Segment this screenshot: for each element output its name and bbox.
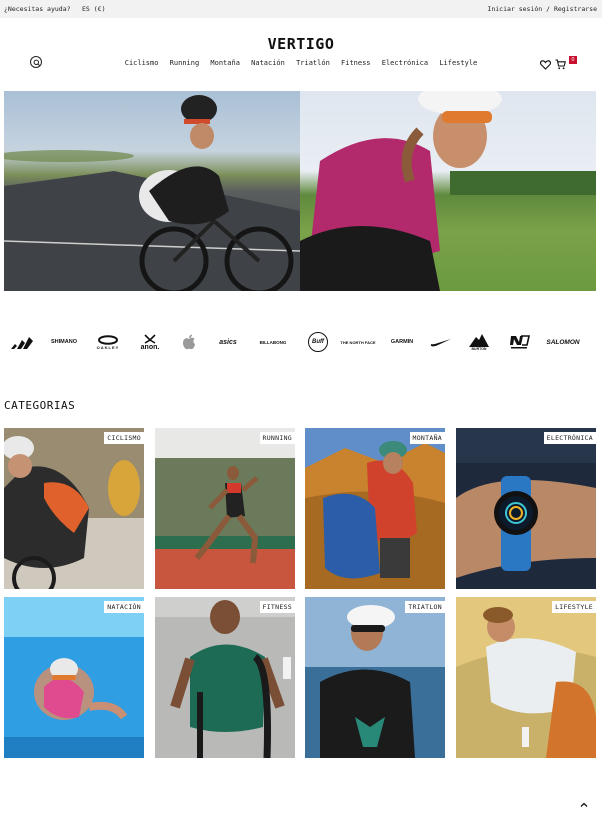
category-tile-electronica[interactable]: ELECTRÓNICA <box>456 428 596 589</box>
category-image-electronica <box>456 428 596 589</box>
category-label-montana: MONTAÑA <box>409 432 445 444</box>
category-image-natacion <box>4 597 144 758</box>
brand-new-balance[interactable] <box>502 328 536 356</box>
scroll-to-top-button[interactable] <box>578 796 590 808</box>
brand-salomon[interactable]: SALOMON <box>542 328 584 356</box>
brand-oakley[interactable]: OAKLEY <box>90 328 126 356</box>
nav-item-natacion[interactable]: Natación <box>251 59 285 67</box>
category-image-triatlon <box>305 597 445 758</box>
new-balance-logo-icon <box>510 335 530 349</box>
oakley-wordmark: OAKLEY <box>96 344 120 350</box>
category-image-lifestyle <box>456 597 596 758</box>
category-tile-fitness[interactable]: FITNESS <box>155 597 295 758</box>
category-tile-natacion[interactable]: NATACIÓN <box>4 597 144 758</box>
account-link[interactable]: Iniciar sesión / Registrarse <box>487 5 597 13</box>
brand-burton[interactable]: BURTON <box>464 328 494 356</box>
nav-item-running[interactable]: Running <box>170 59 200 67</box>
brand-billabong[interactable]: BILLABONG <box>252 328 294 356</box>
category-image-ciclismo <box>4 428 144 589</box>
main-nav: Ciclismo Running Montaña Natación Triatl… <box>0 59 602 67</box>
category-image-montana <box>305 428 445 589</box>
brand-adidas[interactable] <box>8 328 36 356</box>
chevron-up-icon <box>580 802 588 807</box>
burton-wordmark: BURTON <box>471 346 487 351</box>
category-tile-lifestyle[interactable]: LIFESTYLE <box>456 597 596 758</box>
top-bar: ¿Necesitas ayuda? ES (€) Iniciar sesión … <box>0 0 602 18</box>
buff-logo-icon: Buff <box>308 332 328 352</box>
category-label-running: RUNNING <box>259 432 295 444</box>
hero-image-rider <box>300 91 596 291</box>
category-label-electronica: ELECTRÓNICA <box>543 432 596 444</box>
nav-item-lifestyle[interactable]: Lifestyle <box>439 59 477 67</box>
hero-image-cyclist <box>4 91 301 291</box>
burton-logo-icon <box>469 333 489 347</box>
wishlist-button[interactable] <box>539 55 552 74</box>
brand-buff[interactable]: Buff <box>304 328 332 356</box>
nav-item-fitness[interactable]: Fitness <box>341 59 371 67</box>
apple-logo-icon <box>183 334 195 350</box>
help-link[interactable]: ¿Necesitas ayuda? <box>4 5 71 13</box>
brand-apple[interactable] <box>178 328 200 356</box>
category-tile-running[interactable]: RUNNING <box>155 428 295 589</box>
category-label-triatlon: TRIATLON <box>405 601 445 613</box>
cart-icon <box>555 59 567 70</box>
hero-banner[interactable] <box>4 91 596 291</box>
nav-item-ciclismo[interactable]: Ciclismo <box>125 59 159 67</box>
brand-the-north-face[interactable]: THE NORTH FACE <box>340 328 376 356</box>
oakley-logo-icon <box>98 334 118 345</box>
category-tile-ciclismo[interactable]: CICLISMO <box>4 428 144 589</box>
cart-count-badge: 0 <box>569 56 577 64</box>
site-logo[interactable]: VERTIGO <box>0 35 602 53</box>
brand-strip: SHIMANO OAKLEY anon. asics BILLABONG Buf… <box>0 328 602 356</box>
category-label-ciclismo: CICLISMO <box>104 432 144 444</box>
nav-item-montana[interactable]: Montaña <box>210 59 240 67</box>
categories-title: CATEGORIAS <box>4 399 76 412</box>
nav-item-electronica[interactable]: Electrónica <box>382 59 428 67</box>
brand-asics[interactable]: asics <box>210 328 246 356</box>
anon-logo-icon <box>144 333 156 344</box>
category-tile-triatlon[interactable]: TRIATLON <box>305 597 445 758</box>
nav-item-triatlon[interactable]: Triatlón <box>296 59 330 67</box>
nike-swoosh-icon <box>430 338 451 346</box>
brand-shimano[interactable]: SHIMANO <box>44 328 84 356</box>
adidas-logo-icon <box>11 337 33 349</box>
category-image-fitness <box>155 597 295 758</box>
category-tile-montana[interactable]: MONTAÑA <box>305 428 445 589</box>
brand-nike[interactable] <box>426 328 456 356</box>
category-label-lifestyle: LIFESTYLE <box>552 601 596 613</box>
category-image-running <box>155 428 295 589</box>
anon-wordmark: anon. <box>140 343 160 351</box>
brand-garmin[interactable]: GARMIN <box>382 328 422 356</box>
header-actions: 0 <box>539 55 580 70</box>
cart-button[interactable] <box>555 55 567 74</box>
language-selector[interactable]: ES (€) <box>82 5 105 13</box>
category-label-natacion: NATACIÓN <box>104 601 144 613</box>
brand-anon[interactable]: anon. <box>132 328 168 356</box>
heart-icon <box>539 60 552 70</box>
category-label-fitness: FITNESS <box>259 601 295 613</box>
